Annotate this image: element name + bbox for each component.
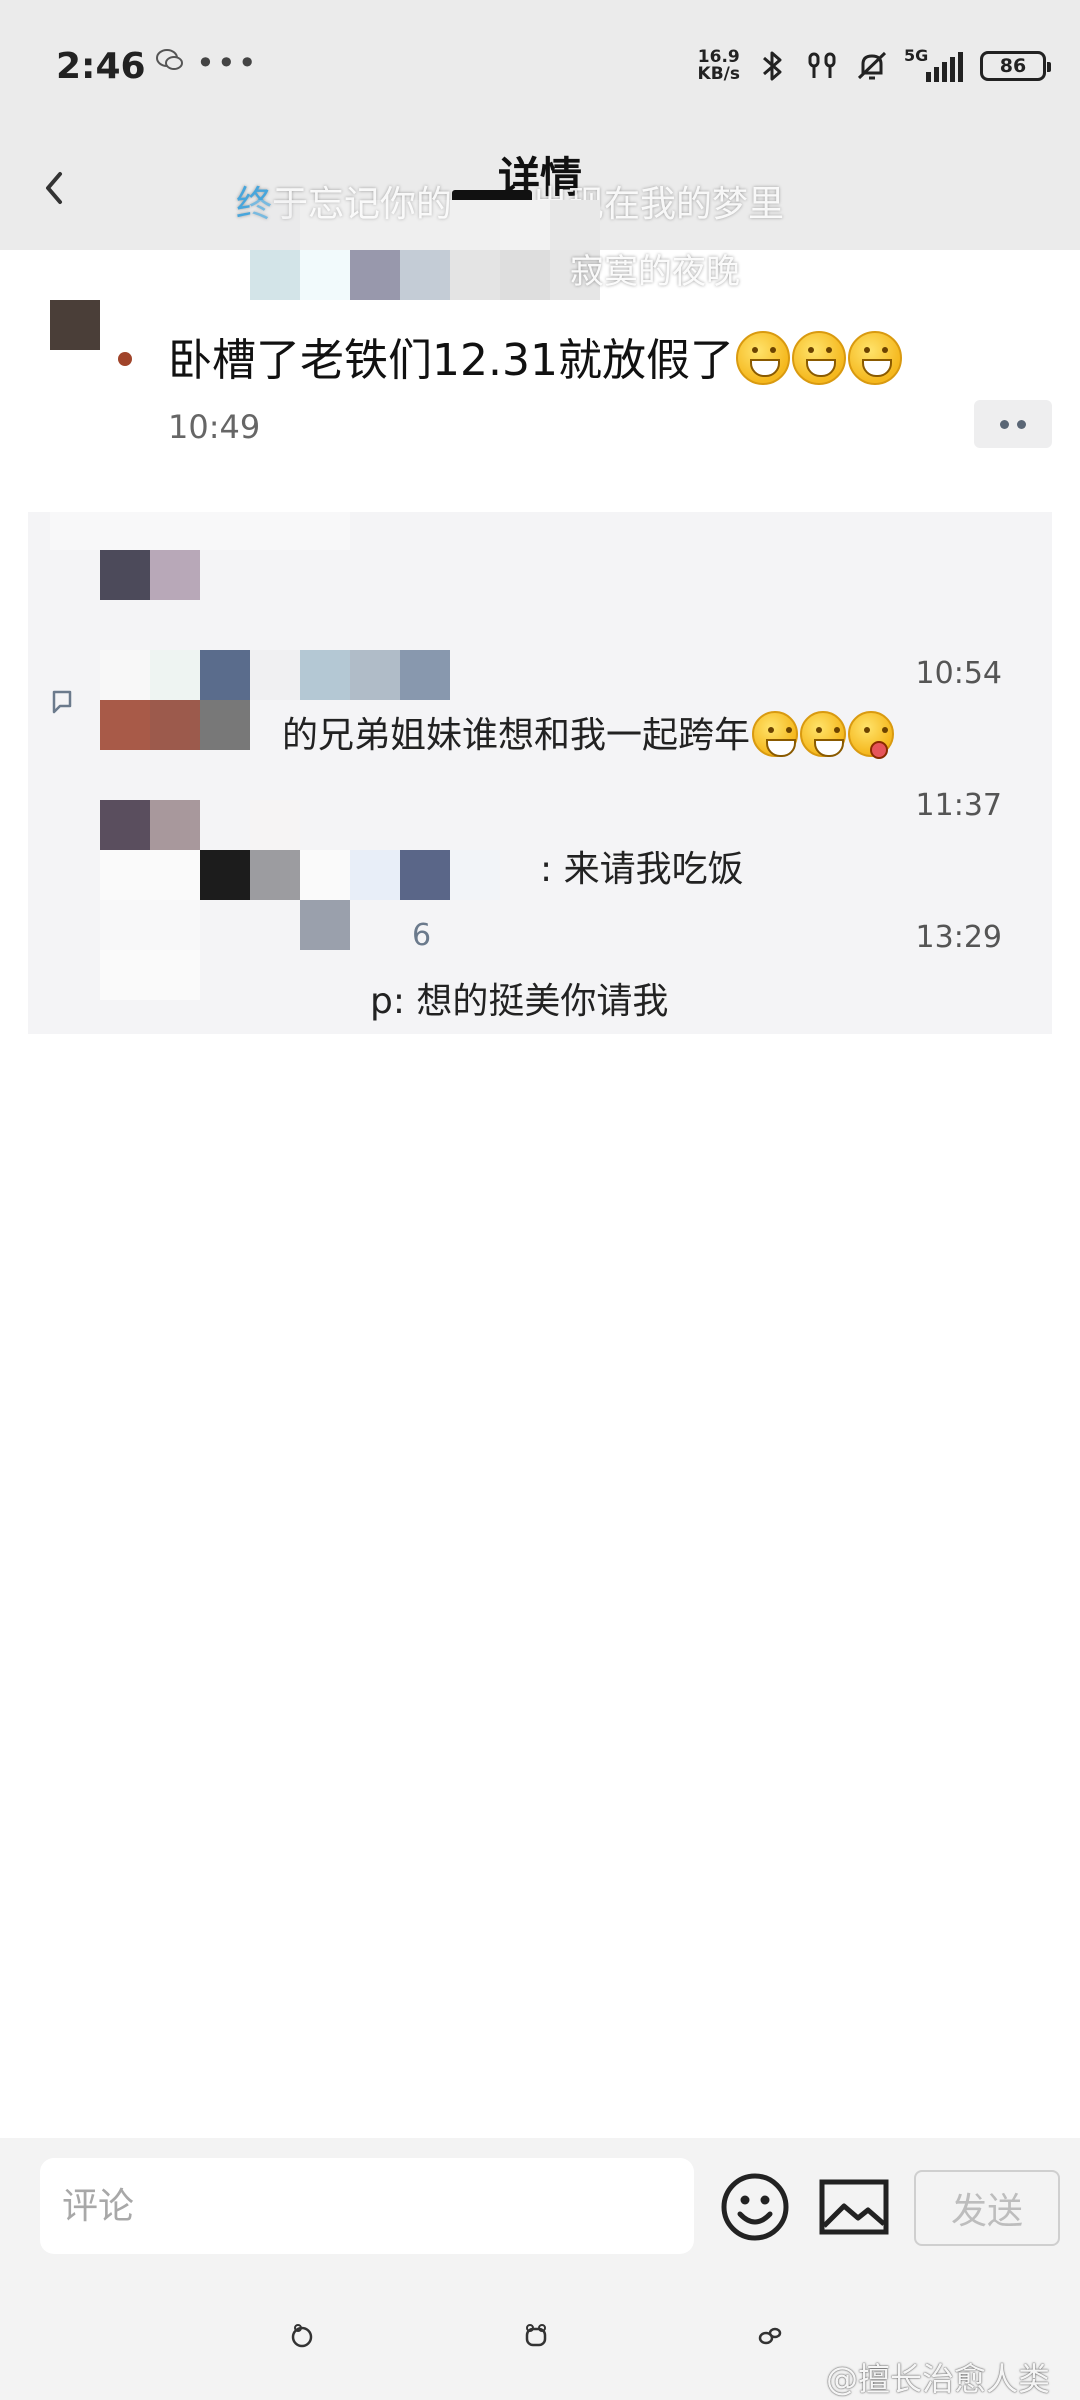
network-type: 5G (904, 46, 929, 65)
watermark: @擅长治愈人类 (826, 2360, 1051, 2398)
grin-emoji-icon (800, 711, 847, 757)
mosaic-redaction (250, 200, 600, 300)
more-notifications-icon: ••• (196, 44, 259, 82)
status-right-group: 16.9 KB/s 5G 86 (698, 46, 1051, 84)
grin-emoji-icon (752, 711, 799, 757)
network-speed-unit: KB/s (697, 64, 740, 84)
nav-back-icon[interactable] (288, 2322, 316, 2350)
comment-text: 的兄弟姐妹谁想和我一起跨年 (282, 706, 895, 759)
status-bar: 2:46 ••• 16.9 KB/s 5G 86 (0, 0, 1080, 140)
battery-icon: 86 (980, 51, 1051, 81)
earbuds-icon (808, 52, 836, 78)
dot-icon (1017, 419, 1026, 429)
nav-home-icon[interactable] (522, 2322, 550, 2350)
comment-time: 13:29 (915, 920, 1002, 955)
dot-icon (1000, 419, 1009, 429)
commenter-avatar (100, 800, 550, 900)
send-button[interactable]: 发送 (914, 2170, 1060, 2246)
more-options-button[interactable] (974, 400, 1052, 448)
comment-time: 11:37 (915, 788, 1002, 823)
wechat-notification-icon (156, 48, 184, 79)
signal-icon: 5G (904, 46, 966, 84)
grin-emoji-icon (791, 331, 846, 385)
comment-time: 10:54 (915, 656, 1002, 691)
comment-text-content: 的兄弟姐妹谁想和我一起跨年 (282, 715, 751, 756)
grin-emoji-icon (735, 331, 790, 385)
grin-emoji-icon (847, 331, 902, 385)
comment-input[interactable] (40, 2158, 694, 2254)
mosaic-redaction (50, 500, 350, 600)
battery-level: 86 (999, 55, 1027, 77)
post-text: 卧槽了老铁们12.31就放假了 (168, 335, 734, 386)
avatar-badge (118, 352, 132, 366)
nav-recents-icon[interactable] (756, 2322, 784, 2350)
danmaku-line-2: 寂寞的夜晚 (570, 252, 740, 292)
commenter-avatar (100, 900, 350, 1000)
bluetooth-icon (763, 51, 782, 81)
image-icon[interactable] (818, 2176, 890, 2238)
status-time: 2:46 (56, 46, 146, 87)
wink-tongue-emoji-icon (848, 711, 895, 759)
post-time: 10:49 (168, 408, 261, 446)
mute-bell-icon (857, 51, 887, 80)
avatar (50, 300, 100, 350)
network-speed: 16.9 KB/s (698, 49, 740, 83)
comment-text: : 来请我吃饭 (540, 849, 744, 890)
reply-icon (52, 690, 72, 714)
commenter-name: 6 (412, 918, 432, 953)
comment-text: p: 想的挺美你请我 (370, 981, 669, 1022)
post-content: 卧槽了老铁们12.31就放假了 (168, 324, 902, 388)
emoji-icon[interactable] (720, 2172, 790, 2242)
